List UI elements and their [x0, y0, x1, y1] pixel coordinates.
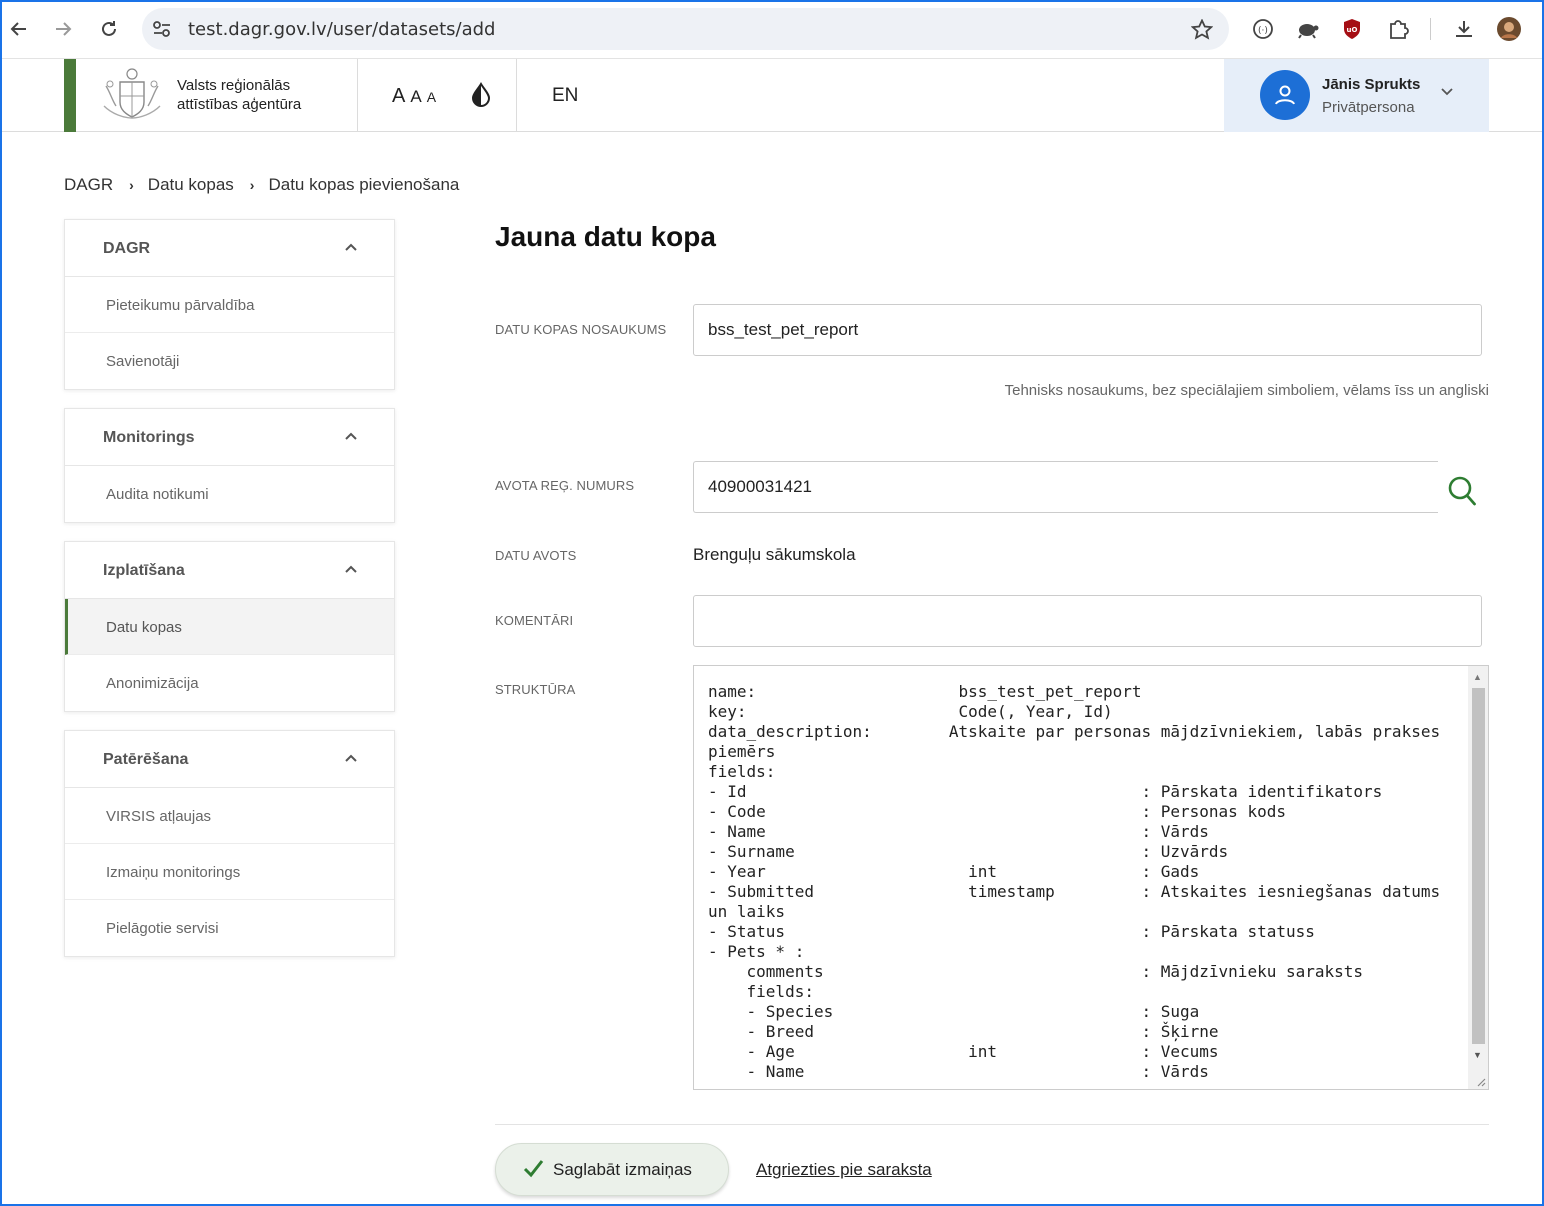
data-source-label: DATU AVOTS	[495, 548, 577, 563]
browser-toolbar: test.dagr.gov.lv/user/datasets/add (·) u…	[0, 0, 1544, 59]
language-switch[interactable]: EN	[552, 85, 578, 107]
dataset-name-hint: Tehnisks nosaukums, bez speciālajiem sim…	[1004, 382, 1489, 399]
dataset-name-label: DATU KOPAS NOSAUKUMS	[495, 322, 667, 337]
chevron-up-icon[interactable]	[344, 753, 358, 763]
reload-icon[interactable]	[93, 13, 125, 45]
user-role: Privātpersona	[1322, 99, 1415, 116]
checkmark-icon	[523, 1160, 544, 1178]
sidebar-item-anonymization[interactable]: Anonimizācija	[65, 655, 394, 711]
toolbar-divider	[1430, 18, 1431, 40]
comments-label: KOMENTĀRI	[495, 613, 574, 628]
sidebar-group-header[interactable]: Monitorings	[65, 409, 394, 466]
sidebar-item-label: VIRSIS atļaujas	[106, 808, 212, 825]
source-reg-number-input[interactable]: 40900031421	[693, 461, 1438, 513]
data-source-value: Brenguļu sākumskola	[693, 545, 856, 564]
source-reg-number-label: AVOTA REĢ. NUMURS	[495, 478, 635, 493]
svg-text:uO: uO	[1347, 26, 1358, 34]
brand-accent-bar	[64, 59, 76, 132]
sidebar-group-consumption: Patērēšana VIRSIS atļaujas Izmaiņu monit…	[64, 730, 395, 957]
chevron-up-icon[interactable]	[344, 564, 358, 574]
sidebar-item-label: Audita notikumi	[106, 486, 209, 503]
sidebar-item-change-monitoring[interactable]: Izmaiņu monitorings	[65, 844, 394, 900]
font-size-large[interactable]: A	[392, 85, 405, 108]
chevron-down-icon[interactable]	[1440, 87, 1454, 97]
header-divider	[357, 59, 358, 132]
sidebar-group-header[interactable]: DAGR	[65, 220, 394, 277]
back-arrow-icon[interactable]	[3, 13, 35, 45]
chevron-up-icon[interactable]	[344, 242, 358, 252]
extension-circle-icon[interactable]: (·)	[1248, 14, 1278, 44]
search-icon[interactable]	[1446, 474, 1478, 508]
forward-arrow-icon[interactable]	[47, 13, 79, 45]
sidebar-group-dagr: DAGR Pieteikumu pārvaldība Savienotāji	[64, 219, 395, 390]
structure-text[interactable]: name: bss_test_pet_report key: Code(, Ye…	[708, 682, 1440, 1082]
sidebar-item-virsis-permissions[interactable]: VIRSIS atļaujas	[65, 788, 394, 844]
scroll-up-arrow-icon[interactable]: ▲	[1473, 672, 1482, 682]
user-menu[interactable]: Jānis Sprukts Privātpersona	[1224, 59, 1489, 132]
scroll-thumb[interactable]	[1472, 688, 1485, 1044]
sidebar-item-label: Datu kopas	[106, 619, 182, 636]
org-name-line2: attīstības aģentūra	[177, 96, 302, 113]
sidebar-item-label: Savienotāji	[106, 353, 180, 370]
url-text[interactable]: test.dagr.gov.lv/user/datasets/add	[188, 19, 495, 40]
back-to-list-link[interactable]: Atgriezties pie saraksta	[756, 1160, 932, 1180]
contrast-drop-icon[interactable]	[470, 82, 492, 108]
structure-textarea[interactable]: name: bss_test_pet_report key: Code(, Ye…	[693, 665, 1489, 1090]
svg-text:(·): (·)	[1258, 26, 1268, 36]
sidebar-item-connectors[interactable]: Savienotāji	[65, 333, 394, 389]
sidebar-group-header[interactable]: Izplatīšana	[65, 542, 394, 599]
page-title: Jauna datu kopa	[495, 221, 716, 252]
breadcrumb: DAGR › Datu kopas › Datu kopas pievienoš…	[64, 175, 459, 195]
comments-input[interactable]	[693, 595, 1482, 647]
sidebar-group-distribution: Izplatīšana Datu kopas Anonimizācija	[64, 541, 395, 712]
form-footer-divider	[495, 1124, 1489, 1125]
scroll-down-arrow-icon[interactable]: ▼	[1473, 1050, 1482, 1060]
sidebar-group-header[interactable]: Patērēšana	[65, 731, 394, 788]
sidebar-group-title: Monitorings	[103, 429, 195, 446]
sidebar-item-label: Izmaiņu monitorings	[106, 864, 241, 881]
sidebar-group-monitoring: Monitorings Audita notikumi	[64, 408, 395, 523]
chevron-right-icon: ›	[249, 177, 255, 193]
sidebar-group-title: Izplatīšana	[103, 562, 185, 579]
breadcrumb-item-datasets[interactable]: Datu kopas	[148, 175, 234, 195]
turtle-extension-icon[interactable]	[1292, 14, 1322, 44]
coat-of-arms-logo[interactable]	[100, 64, 164, 126]
sidebar-item-label: Pielāgotie servisi	[106, 920, 219, 937]
sidebar-item-datasets[interactable]: Datu kopas	[65, 599, 394, 655]
breadcrumb-item-current: Datu kopas pievienošana	[268, 175, 460, 194]
sidebar-group-title: Patērēšana	[103, 751, 189, 768]
sidebar-item-label: Pieteikumu pārvaldība	[106, 297, 255, 314]
profile-avatar-icon[interactable]	[1494, 14, 1524, 44]
extensions-puzzle-icon[interactable]	[1383, 14, 1413, 44]
structure-scrollbar[interactable]: ▲ ▼	[1468, 666, 1488, 1089]
sidebar-item-applications[interactable]: Pieteikumu pārvaldība	[65, 277, 394, 333]
ublock-shield-icon[interactable]: uO	[1337, 14, 1367, 44]
site-header: Valsts reģionālās attīstības aģentūra A …	[0, 59, 1544, 132]
sidebar-item-custom-services[interactable]: Pielāgotie servisi	[65, 900, 394, 956]
sidebar-group-title: DAGR	[103, 240, 151, 257]
chevron-up-icon[interactable]	[344, 431, 358, 441]
address-bar[interactable]: test.dagr.gov.lv/user/datasets/add	[142, 8, 1229, 50]
sidebar-item-audit-events[interactable]: Audita notikumi	[65, 466, 394, 522]
font-size-small[interactable]: A	[427, 89, 436, 105]
structure-label: STRUKTŪRA	[495, 682, 576, 697]
font-size-controls: A A A	[392, 85, 436, 108]
resize-handle-icon[interactable]	[1476, 1077, 1486, 1087]
user-avatar-icon	[1260, 70, 1310, 120]
sidebar-item-label: Anonimizācija	[106, 675, 199, 692]
download-icon[interactable]	[1449, 14, 1479, 44]
font-size-medium[interactable]: A	[410, 87, 421, 107]
breadcrumb-item-dagr[interactable]: DAGR	[64, 175, 113, 195]
org-name[interactable]: Valsts reģionālās attīstības aģentūra	[177, 76, 301, 114]
bookmark-star-icon[interactable]	[1191, 19, 1213, 40]
site-settings-icon[interactable]	[152, 20, 172, 38]
save-button-label: Saglabāt izmaiņas	[553, 1160, 692, 1179]
org-name-line1: Valsts reģionālās	[177, 77, 291, 94]
save-button[interactable]: Saglabāt izmaiņas	[495, 1143, 729, 1196]
dataset-name-input[interactable]: bss_test_pet_report	[693, 304, 1482, 356]
user-name: Jānis Sprukts	[1322, 76, 1421, 93]
chevron-right-icon: ›	[129, 177, 134, 193]
header-divider	[516, 59, 517, 132]
